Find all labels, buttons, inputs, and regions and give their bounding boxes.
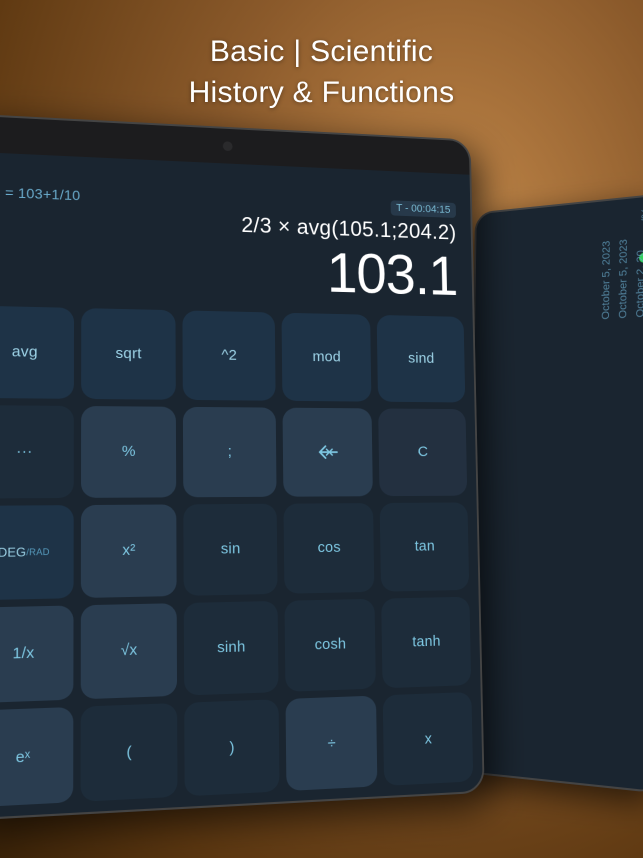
display-area: Γ ◎ = 103+1/10 T - 00:04:15 2/3 × avg(10… (0, 151, 472, 311)
key-semicolon[interactable]: ; (183, 407, 276, 497)
key-percent[interactable]: % (81, 406, 177, 498)
key-reciprocal[interactable]: 1/x (0, 605, 73, 703)
key-cosh[interactable]: cosh (284, 599, 376, 692)
key-sqrt[interactable]: sqrt (81, 308, 176, 400)
keypad: avg sqrt ^2 mod sind ··· % ; (0, 299, 483, 819)
key-close-paren[interactable]: ) (184, 699, 279, 796)
key-ellipsis[interactable]: ··· (0, 405, 73, 498)
key-cos[interactable]: cos (283, 503, 374, 594)
title-text: Basic | Scientific History & Functions (0, 32, 643, 113)
history-expression: = 103+1/10 (5, 184, 80, 203)
key-sind[interactable]: sind (377, 315, 465, 403)
key-tanh[interactable]: tanh (382, 597, 472, 689)
key-open-paren[interactable]: ( (80, 703, 178, 802)
title-area: Basic | Scientific History & Functions (0, 32, 643, 113)
key-avg[interactable]: avg (0, 305, 74, 398)
key-power2[interactable]: ^2 (183, 310, 276, 400)
right-percent: %/ (638, 206, 643, 223)
key-divide[interactable]: ÷ (285, 696, 377, 792)
key-mod[interactable]: mod (281, 313, 371, 402)
main-tablet-wrapper: Γ ◎ = 103+1/10 T - 00:04:15 2/3 × avg(10… (0, 113, 485, 821)
key-row-5: eˣ ( ) ÷ x (0, 692, 473, 808)
key-multiply[interactable]: x (383, 692, 473, 786)
key-exp[interactable]: eˣ (0, 707, 73, 808)
key-sqrt-x[interactable]: √x (80, 603, 177, 699)
key-tan[interactable]: tan (380, 502, 469, 591)
main-tablet: Γ ◎ = 103+1/10 T - 00:04:15 2/3 × avg(10… (0, 113, 485, 821)
key-row-1: avg sqrt ^2 mod sind (0, 305, 465, 402)
key-backspace[interactable] (282, 408, 373, 497)
key-clear[interactable]: C (378, 408, 467, 496)
key-deg-rad[interactable]: DEG/RAD (0, 505, 73, 600)
key-row-3: DEG/RAD x² sin cos tan (0, 502, 469, 600)
key-row-4: 1/x √x sinh cosh tanh (0, 597, 471, 704)
screen: Γ ◎ = 103+1/10 T - 00:04:15 2/3 × avg(10… (0, 151, 483, 818)
camera-dot (223, 141, 233, 151)
right-tablet: %/ October 5, 2023October 5, 2023October… (467, 193, 643, 793)
right-dates: October 5, 2023October 5, 2023October 2,… (599, 237, 643, 320)
timer-badge: T - 00:04:15 (390, 200, 456, 218)
key-sinh[interactable]: sinh (184, 601, 278, 696)
right-screen: %/ October 5, 2023October 5, 2023October… (469, 195, 643, 791)
key-row-2: ··· % ; C (0, 405, 467, 498)
key-sin[interactable]: sin (184, 504, 278, 596)
key-x-squared[interactable]: x² (80, 504, 176, 598)
